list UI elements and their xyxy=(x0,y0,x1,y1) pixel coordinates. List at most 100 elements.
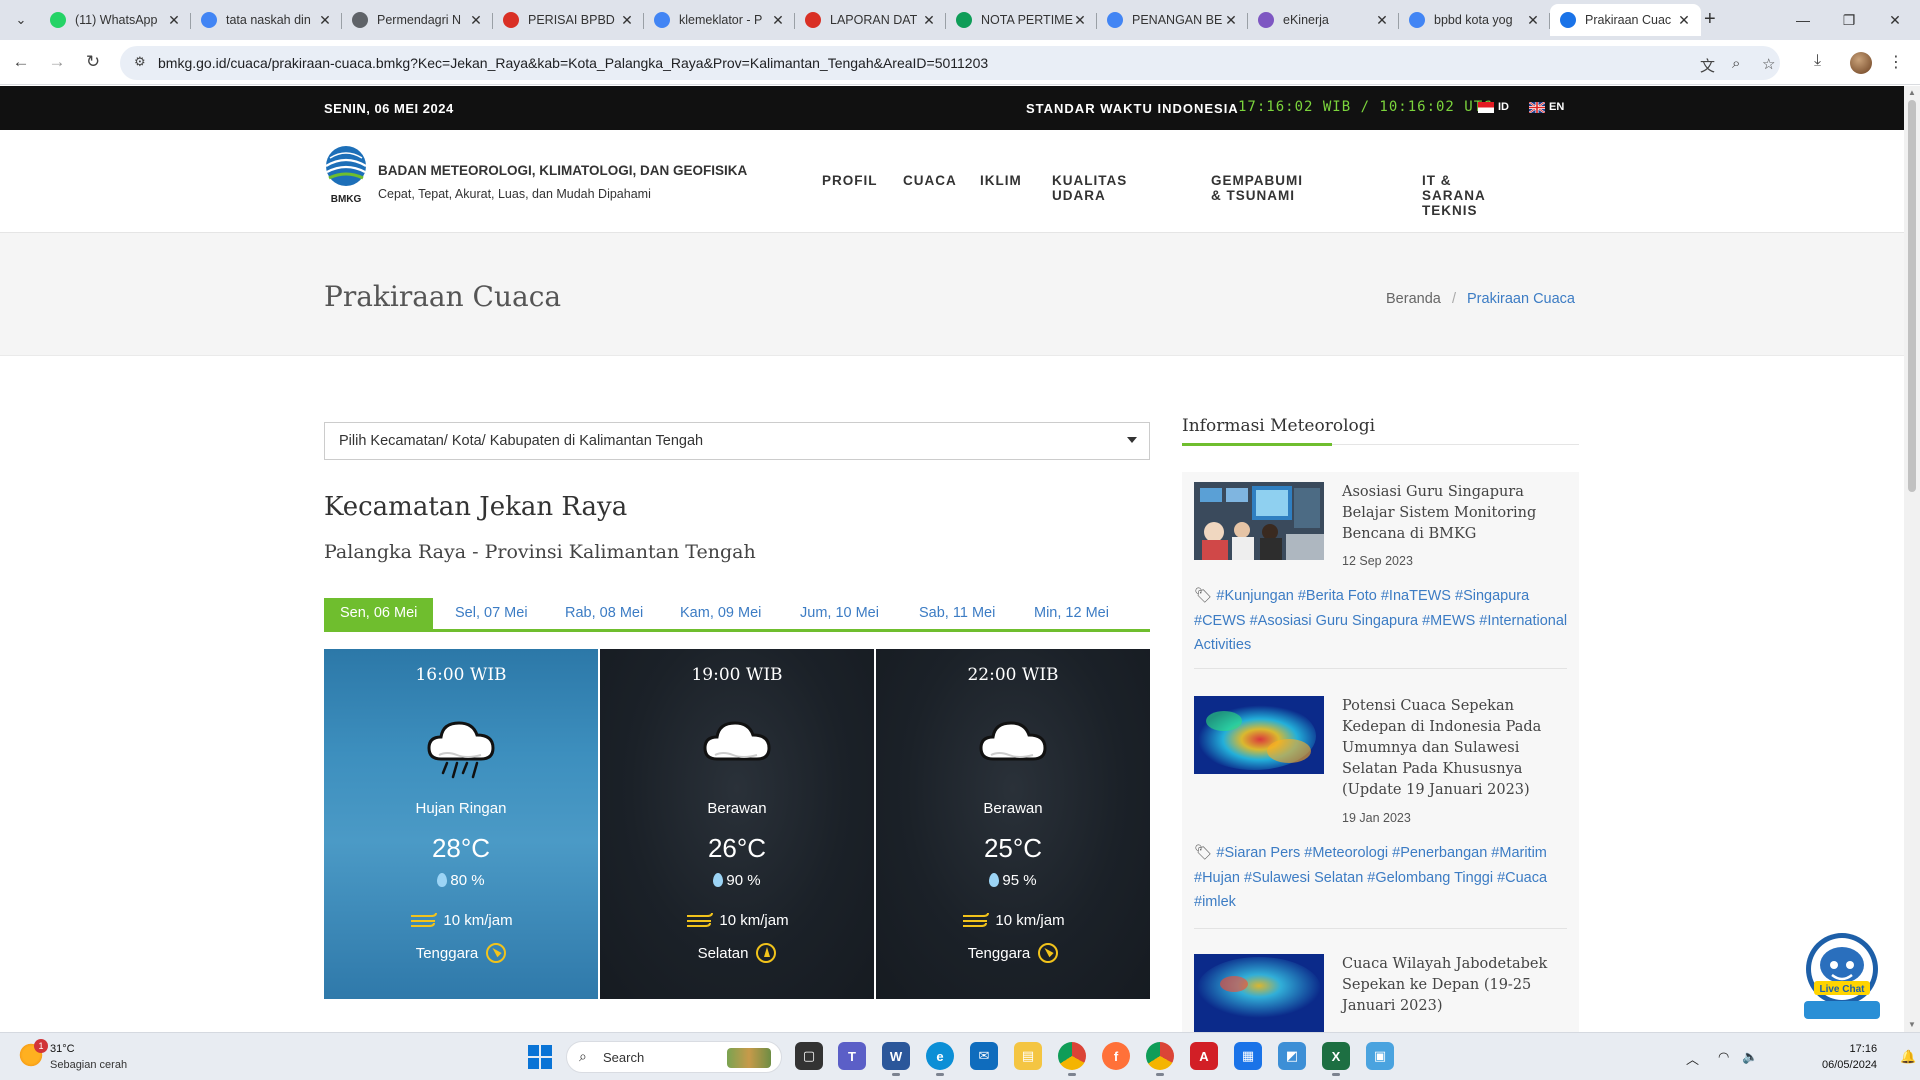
restore-button[interactable]: ❐ xyxy=(1826,0,1872,40)
day-tab[interactable]: Min, 12 Mei xyxy=(1034,598,1109,629)
forecast-card: 19:00 WIB Berawan 26°C 90 % 10 km/jam Selatan xyxy=(600,649,874,999)
live-chat-widget[interactable]: Live Chat xyxy=(1796,931,1888,1021)
news-title[interactable]: Cuaca Wilayah Jabodetabek Sepekan ke Dep… xyxy=(1342,954,1557,1017)
browser-tab[interactable]: PENANGAN BE ✕ xyxy=(1097,4,1248,36)
notification-bell-icon[interactable]: 🔔 xyxy=(1900,1049,1916,1065)
chrome-icon[interactable] xyxy=(1058,1042,1086,1076)
location-select[interactable]: Pilih Kecamatan/ Kota/ Kabupaten di Kali… xyxy=(324,422,1150,460)
task-view-icon[interactable]: ▢ xyxy=(795,1042,823,1070)
teams-icon[interactable]: T xyxy=(838,1042,866,1070)
close-tab-icon[interactable]: ✕ xyxy=(1375,12,1389,29)
lang-en-link[interactable]: EN xyxy=(1529,101,1564,113)
page-scrollbar[interactable]: ▲ ▼ xyxy=(1904,86,1920,1032)
address-bar[interactable]: ⚙ bmkg.go.id/cuaca/prakiraan-cuaca.bmkg?… xyxy=(120,46,1780,80)
reload-button[interactable]: ↻ xyxy=(82,52,104,72)
start-button[interactable] xyxy=(528,1045,552,1069)
browser-tab[interactable]: klemeklator - P ✕ xyxy=(644,4,795,36)
browser-toolbar: ← → ↻ ⚙ bmkg.go.id/cuaca/prakiraan-cuaca… xyxy=(0,40,1920,85)
close-tab-icon[interactable]: ✕ xyxy=(620,12,634,29)
lang-id-link[interactable]: ID xyxy=(1478,101,1509,113)
zoom-icon[interactable]: ⌕ xyxy=(1732,55,1740,72)
browser-tab[interactable]: NOTA PERTIME ✕ xyxy=(946,4,1097,36)
menu-kebab-icon[interactable]: ⋮ xyxy=(1888,52,1904,72)
acrobat-icon[interactable]: A xyxy=(1190,1042,1218,1070)
close-tab-icon[interactable]: ✕ xyxy=(469,12,483,29)
tray-chevron-icon[interactable]: ︿ xyxy=(1686,1049,1699,1068)
back-button[interactable]: ← xyxy=(10,52,32,72)
news-thumbnail[interactable] xyxy=(1194,954,1324,1032)
nav-item[interactable]: GEMPABUMI & TSUNAMI xyxy=(1211,173,1303,203)
mail-icon[interactable]: ✉ xyxy=(970,1042,998,1070)
close-tab-icon[interactable]: ✕ xyxy=(1526,12,1540,29)
nav-item[interactable]: PROFIL xyxy=(822,173,878,188)
nav-item[interactable]: IT & SARANA TEKNIS xyxy=(1422,173,1485,218)
close-tab-icon[interactable]: ✕ xyxy=(318,12,332,29)
forward-button[interactable]: → xyxy=(46,52,68,72)
close-tab-icon[interactable]: ✕ xyxy=(1073,12,1087,29)
edge-icon[interactable]: e xyxy=(926,1042,954,1076)
day-tab[interactable]: Jum, 10 Mei xyxy=(800,598,879,629)
browser-tab[interactable]: eKinerja ✕ xyxy=(1248,4,1399,36)
scroll-down-arrow[interactable]: ▼ xyxy=(1908,1020,1916,1029)
browser-tab[interactable]: bpbd kota yog ✕ xyxy=(1399,4,1550,36)
news-tags[interactable]: 🏷 #Kunjungan #Berita Foto #InaTEWS #Singa… xyxy=(1194,584,1569,658)
close-tab-icon[interactable]: ✕ xyxy=(1224,12,1238,29)
site-info-icon[interactable]: ⚙ xyxy=(134,54,146,70)
weather-widget[interactable]: 1 31°C Sebagian cerah xyxy=(18,1039,127,1071)
news-tags-text[interactable]: #Siaran Pers #Meteorologi #Penerbangan #… xyxy=(1194,845,1547,910)
close-window-button[interactable]: ✕ xyxy=(1872,0,1918,40)
close-tab-icon[interactable]: ✕ xyxy=(771,12,785,29)
live-chat-label: Live Chat xyxy=(1819,984,1865,995)
taskbar-search[interactable]: ⌕ Search xyxy=(566,1041,782,1073)
wifi-icon[interactable]: ◠ xyxy=(1718,1049,1729,1065)
browser-tab[interactable]: (11) WhatsApp ✕ xyxy=(40,4,191,36)
download-icon[interactable]: ⤓ xyxy=(1814,52,1821,70)
day-tab[interactable]: Sab, 11 Mei xyxy=(919,598,995,629)
url-text[interactable]: bmkg.go.id/cuaca/prakiraan-cuaca.bmkg?Ke… xyxy=(158,55,988,71)
news-thumbnail[interactable] xyxy=(1194,696,1324,774)
browser-tab[interactable]: LAPORAN DAT ✕ xyxy=(795,4,946,36)
scroll-up-arrow[interactable]: ▲ xyxy=(1908,88,1916,97)
compass-icon xyxy=(756,943,777,963)
nav-item[interactable]: CUACA xyxy=(903,173,957,188)
browser-tab[interactable]: Permendagri N ✕ xyxy=(342,4,493,36)
browser-tab[interactable]: PERISAI BPBD ✕ xyxy=(493,4,644,36)
news-tags[interactable]: 🏷 #Siaran Pers #Meteorologi #Penerbangan … xyxy=(1194,841,1569,915)
bookmark-star-icon[interactable]: ☆ xyxy=(1762,55,1775,73)
nav-item[interactable]: KUALITAS UDARA xyxy=(1052,173,1127,203)
profile-avatar[interactable] xyxy=(1850,52,1872,74)
day-tab[interactable]: Sen, 06 Mei xyxy=(324,598,434,629)
volume-icon[interactable]: 🔈 xyxy=(1742,1049,1758,1065)
bmkg-logo[interactable]: BMKG xyxy=(324,146,368,206)
chrome-profile-icon[interactable] xyxy=(1146,1042,1174,1076)
photos-icon[interactable]: ◩ xyxy=(1278,1042,1306,1070)
new-tab-button[interactable]: + xyxy=(1704,8,1716,31)
breadcrumb-home[interactable]: Beranda xyxy=(1386,291,1441,307)
word-icon[interactable]: W xyxy=(882,1042,910,1076)
scrollbar-thumb[interactable] xyxy=(1908,100,1916,492)
day-tab[interactable]: Sel, 07 Mei xyxy=(455,598,528,629)
day-tab[interactable]: Kam, 09 Mei xyxy=(680,598,761,629)
news-tags-text[interactable]: #Kunjungan #Berita Foto #InaTEWS #Singap… xyxy=(1194,588,1567,653)
news-title[interactable]: Asosiasi Guru Singapura Belajar Sistem M… xyxy=(1342,482,1557,545)
file-explorer-icon[interactable]: ▤ xyxy=(1014,1042,1042,1070)
calendar-icon[interactable]: ▦ xyxy=(1234,1042,1262,1070)
news-thumbnail[interactable] xyxy=(1194,482,1324,560)
tab-title: LAPORAN DAT xyxy=(830,13,918,27)
remote-desktop-icon[interactable]: ▣ xyxy=(1366,1042,1394,1070)
nav-item[interactable]: IKLIM xyxy=(980,173,1022,188)
browser-tab[interactable]: Prakiraan Cuac ✕ xyxy=(1550,4,1701,36)
close-tab-icon[interactable]: ✕ xyxy=(167,12,181,29)
page-heading-band: Prakiraan Cuaca Beranda / Prakiraan Cuac… xyxy=(0,233,1904,356)
tab-search-button[interactable]: ⌄ xyxy=(10,9,32,31)
translate-icon[interactable]: 文 xyxy=(1700,55,1715,76)
firefox-icon[interactable]: f xyxy=(1102,1042,1130,1070)
day-tab[interactable]: Rab, 08 Mei xyxy=(565,598,643,629)
excel-icon[interactable]: X xyxy=(1322,1042,1350,1076)
taskbar-clock[interactable]: 17:16 06/05/2024 xyxy=(1822,1041,1877,1073)
browser-tab[interactable]: tata naskah din ✕ xyxy=(191,4,342,36)
close-tab-icon[interactable]: ✕ xyxy=(922,12,936,29)
news-title[interactable]: Potensi Cuaca Sepekan Kedepan di Indones… xyxy=(1342,696,1557,801)
close-tab-icon[interactable]: ✕ xyxy=(1677,12,1691,29)
minimize-button[interactable]: — xyxy=(1780,0,1826,40)
